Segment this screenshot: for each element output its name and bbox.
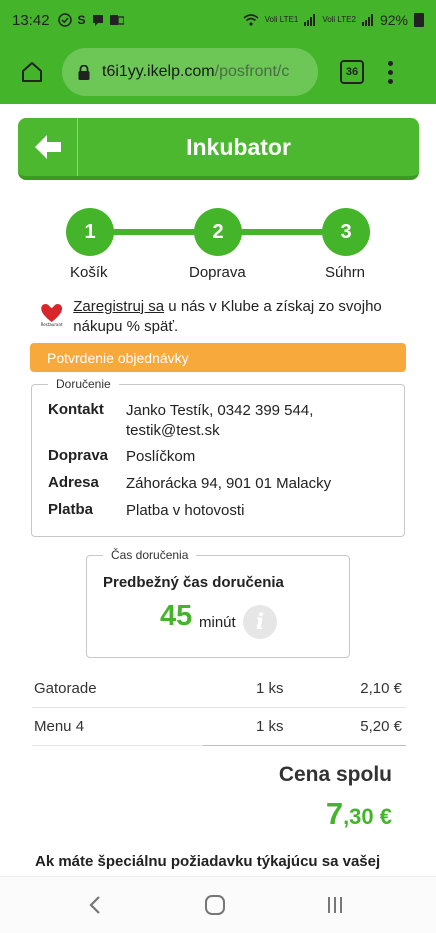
delivery-key: Doprava (48, 447, 109, 464)
page-title: Inkubator (186, 133, 291, 160)
page-header: Inkubator (18, 118, 419, 180)
delivery-row-payment: Platba Platba v hotovosti (48, 501, 396, 521)
menu-icon[interactable] (388, 60, 393, 84)
signal-icon (361, 14, 373, 26)
delivery-key: Adresa (48, 474, 99, 491)
tab-switcher-button[interactable]: 36 (340, 60, 364, 84)
clock: 13:42 (12, 11, 50, 29)
item-quantity: 1 ks (256, 680, 284, 697)
nav-recents-icon[interactable] (328, 897, 342, 913)
item-name: Gatorade (34, 680, 97, 697)
step-connector (240, 229, 324, 235)
promo-text: Zaregistruj sa u nás v Klube a získaj zo… (73, 297, 408, 337)
signal-icon (304, 14, 316, 26)
lock-icon (78, 64, 90, 80)
status-right: Voli LTE1 Voli LTE2 92% (243, 12, 424, 28)
status-bar: 13:42 S Voli LTE1 Voli LTE2 92% (0, 0, 436, 40)
delivery-row-contact: Kontakt Janko Testík, 0342 399 544, test… (48, 401, 396, 441)
step-2-circle[interactable]: 2 (194, 208, 242, 256)
item-price: 2,10 € (360, 680, 402, 697)
club-promo: Restaurant Zaregistruj sa u nás v Klube … (38, 297, 408, 337)
notification-icons: S (57, 13, 124, 27)
battery-icon (414, 13, 424, 27)
delivery-time-box: Čas doručenia Predbežný čas doručenia 45… (86, 548, 350, 658)
delivery-time-legend: Čas doručenia (103, 548, 197, 562)
delivery-key: Platba (48, 501, 94, 518)
total-decimal: ,30 € (343, 804, 392, 829)
browser-toolbar: t6i1yy.ikelp.com/posfront/c 36 (0, 40, 436, 104)
table-row: Menu 4 1 ks 5,20 € (32, 708, 406, 746)
delivery-value: Poslíčkom (126, 448, 196, 465)
special-request-heading: Ak máte špeciálnu požiadavku týkajúcu sa… (35, 853, 381, 870)
delivery-time-title: Predbežný čas doručenia (103, 574, 284, 591)
signal-label-1: Voli LTE1 (264, 15, 299, 24)
outlook-icon (109, 15, 124, 25)
check-circle-icon (57, 13, 72, 27)
total-amount: 7,30 € (326, 796, 392, 832)
step-connector (112, 229, 196, 235)
nav-back-icon[interactable] (88, 895, 102, 915)
total-divider (203, 745, 406, 746)
back-button[interactable] (18, 118, 78, 176)
delivery-time-value: 45 (160, 600, 193, 632)
total-label: Cena spolu (278, 763, 392, 786)
delivery-row-address: Adresa Záhorácka 94, 901 01 Malacky (48, 474, 396, 494)
url-bar[interactable]: t6i1yy.ikelp.com/posfront/c (62, 48, 318, 96)
delivery-value: Platba v hotovosti (126, 502, 245, 519)
system-nav-bar (0, 876, 436, 933)
signal-label-2: Voli LTE2 (322, 15, 356, 24)
wifi-icon (243, 14, 259, 26)
register-link[interactable]: Zaregistruj sa (73, 298, 164, 315)
item-price: 5,20 € (360, 718, 402, 735)
arrow-left-icon (34, 135, 61, 159)
step-3-label: Súhrn (325, 264, 366, 281)
step-2-label: Doprava (189, 264, 246, 281)
checkout-stepper: 1 2 3 Košík Doprava Súhrn (0, 208, 436, 288)
item-quantity: 1 ks (256, 718, 284, 735)
delivery-legend: Doručenie (48, 377, 119, 391)
delivery-key: Kontakt (48, 401, 104, 418)
home-icon[interactable] (14, 54, 50, 90)
order-confirmation-header: Potvrdenie objednávky (30, 343, 406, 372)
item-name: Menu 4 (34, 718, 85, 735)
order-items: Gatorade 1 ks 2,10 € Menu 4 1 ks 5,20 € (32, 670, 406, 746)
message-icon (92, 15, 103, 26)
step-3-circle[interactable]: 3 (322, 208, 370, 256)
nav-home-icon[interactable] (205, 895, 225, 915)
table-row: Gatorade 1 ks 2,10 € (32, 670, 406, 708)
total-whole: 7 (325, 796, 344, 831)
delivery-value: Janko Testík, 0342 399 544, testik@test.… (126, 402, 314, 439)
battery-percent: 92% (379, 12, 408, 28)
delivery-time-unit: minút (199, 614, 236, 631)
delivery-summary: Doručenie Kontakt Janko Testík, 0342 399… (31, 377, 405, 537)
svg-text:Restaurant: Restaurant (41, 322, 63, 327)
delivery-row-shipping: Doprava Poslíčkom (48, 447, 396, 467)
delivery-value: Záhorácka 94, 901 01 Malacky (126, 475, 332, 492)
s-icon: S (77, 13, 86, 27)
step-1-label: Košík (70, 264, 108, 281)
url-path: /posfront/c (214, 63, 290, 80)
url-host: t6i1yy.ikelp.com (102, 63, 215, 80)
step-1-circle[interactable]: 1 (66, 208, 114, 256)
info-icon[interactable]: i (243, 605, 277, 639)
restaurant-club-logo: Restaurant (41, 304, 63, 327)
